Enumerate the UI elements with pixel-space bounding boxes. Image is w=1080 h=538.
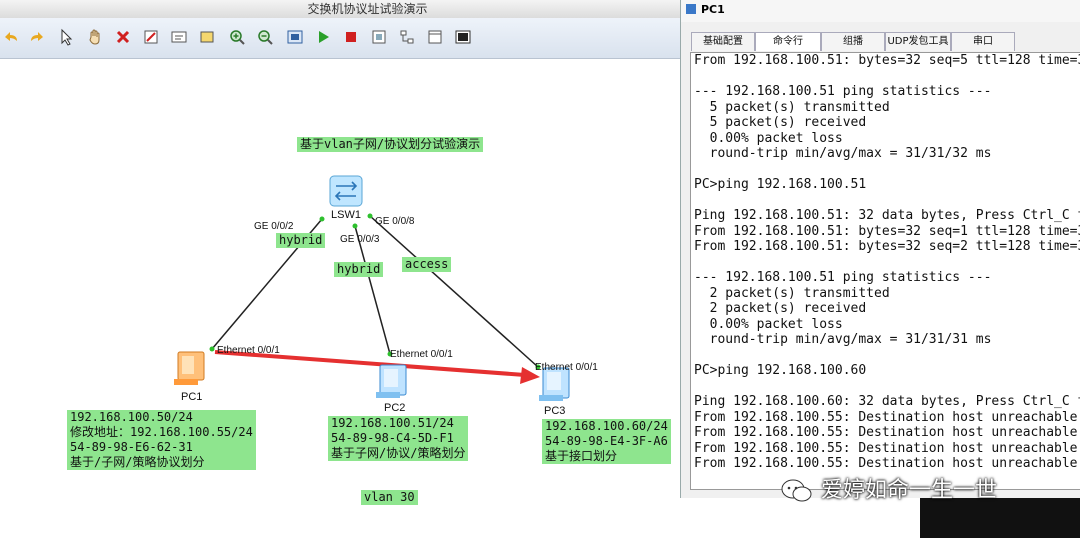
vlan-label: vlan 30 [361, 490, 418, 505]
tab-multicast[interactable]: 组播 [821, 32, 885, 51]
terminal-line: --- 192.168.100.51 ping statistics --- [694, 84, 992, 99]
capture-icon[interactable] [368, 26, 390, 48]
undo-icon[interactable] [0, 26, 22, 48]
link-pc2 [354, 225, 391, 355]
pc-window-icon [686, 4, 696, 14]
terminal-line: round-trip min/avg/max = 31/31/31 ms [694, 332, 992, 347]
terminal-line: PC>ping 192.168.100.60 [694, 363, 867, 378]
terminal-line: From 192.168.100.55: Destination host un… [694, 440, 1078, 456]
terminal-line: 5 packet(s) transmitted [694, 99, 890, 115]
pc1-label: PC1 [181, 391, 203, 403]
switch-label: LSW1 [331, 209, 361, 221]
terminal-line: Ping 192.168.100.51: 32 data bytes, Pres… [694, 208, 1080, 223]
pc-window-titlebar[interactable]: PC1 [681, 0, 1080, 22]
port-pc2-eth: Ethernet 0/0/1 [390, 349, 453, 360]
window-title: 交换机协议址试验演示 [0, 0, 735, 18]
start-icon[interactable] [312, 26, 334, 48]
arrow [214, 350, 540, 384]
wechat-icon [781, 479, 812, 502]
redo-icon[interactable] [26, 26, 48, 48]
terminal-line: From 192.168.100.55: Destination host un… [694, 456, 1078, 471]
mode-hybrid-pc2: hybrid [334, 262, 384, 277]
topology-icon[interactable] [396, 26, 418, 48]
terminal-line: From 192.168.100.55: Destination host un… [694, 425, 1078, 440]
watermark: 爱婷如命一生一世 [780, 472, 997, 504]
zoom-out-icon[interactable] [254, 26, 276, 48]
terminal-line: 2 packet(s) received [694, 301, 867, 316]
pc2-icon[interactable] [376, 364, 407, 398]
terminal-line: 5 packet(s) received [694, 115, 867, 130]
tab-basic-config[interactable]: 基础配置 [691, 32, 755, 51]
tab-command-line[interactable]: 命令行 [755, 32, 821, 51]
delete-icon[interactable] [112, 26, 134, 48]
port-ge003: GE 0/0/3 [340, 234, 380, 245]
switch-icon[interactable] [329, 175, 363, 207]
mode-access-pc3: access [402, 257, 452, 272]
port-pc3-eth: Ethernet 0/0/1 [535, 362, 598, 373]
port-ge008: GE 0/0/8 [375, 216, 415, 227]
terminal-line: PC>ping 192.168.100.51 [694, 177, 867, 192]
terminal-line: From 192.168.100.51: bytes=32 seq=1 ttl=… [694, 223, 1080, 239]
pc-window-title: PC1 [701, 3, 725, 16]
port-ge002: GE 0/0/2 [254, 221, 294, 232]
fit-view-icon[interactable] [284, 26, 306, 48]
watermark-text: 爱婷如命一生一世 [821, 478, 998, 503]
image-icon[interactable] [452, 26, 474, 48]
pc1-icon[interactable] [174, 351, 205, 385]
erase-icon[interactable] [140, 26, 162, 48]
toolbar [0, 18, 680, 59]
pc1-info: 192.168.100.50/24 修改地址：192.168.100.55/24… [67, 410, 256, 470]
topology-canvas[interactable]: 基于vlan子网/协议划分试验演示 LSW1 GE 0/0/2 GE 0/0/3… [0, 59, 680, 538]
terminal-line: From 192.168.100.51: bytes=32 seq=5 ttl=… [694, 53, 1080, 68]
terminal-line: From 192.168.100.51: bytes=32 seq=2 ttl=… [694, 239, 1080, 254]
pc2-info: 192.168.100.51/24 54-89-98-C4-5D-F1 基于子网… [328, 416, 469, 461]
rectangle-icon[interactable] [196, 26, 218, 48]
tab-serial[interactable]: 串口 [951, 32, 1015, 51]
link-pc3 [369, 215, 539, 368]
zoom-in-icon[interactable] [226, 26, 248, 48]
pointer-icon[interactable] [55, 26, 77, 48]
terminal-line: Ping 192.168.100.60: 32 data bytes, Pres… [694, 394, 1080, 409]
terminal-line: 0.00% packet loss [694, 316, 843, 332]
panel-icon[interactable] [424, 26, 446, 48]
pc2-label: PC2 [384, 402, 406, 414]
stop-icon[interactable] [340, 26, 362, 48]
pc3-info: 192.168.100.60/24 54-89-98-E4-3F-A6 基于接口… [542, 419, 671, 464]
terminal-line: round-trip min/avg/max = 31/31/32 ms [694, 146, 992, 161]
background-window [920, 498, 1080, 538]
hand-icon[interactable] [84, 26, 106, 48]
mode-hybrid-pc1: hybrid [276, 233, 326, 248]
tab-udp-tool[interactable]: UDP发包工具 [885, 32, 951, 51]
terminal-line: 0.00% packet loss [694, 130, 843, 146]
topology-title: 基于vlan子网/协议划分试验演示 [297, 137, 484, 152]
terminal-line: 2 packet(s) transmitted [694, 285, 890, 301]
pc3-label: PC3 [544, 405, 566, 417]
terminal-line: --- 192.168.100.51 ping statistics --- [694, 270, 992, 285]
text-note-icon[interactable] [168, 26, 190, 48]
port-pc1-eth: Ethernet 0/0/1 [217, 345, 280, 356]
terminal-line: From 192.168.100.55: Destination host un… [694, 409, 1078, 425]
command-terminal[interactable]: From 192.168.100.51: bytes=32 seq=5 ttl=… [690, 52, 1080, 490]
